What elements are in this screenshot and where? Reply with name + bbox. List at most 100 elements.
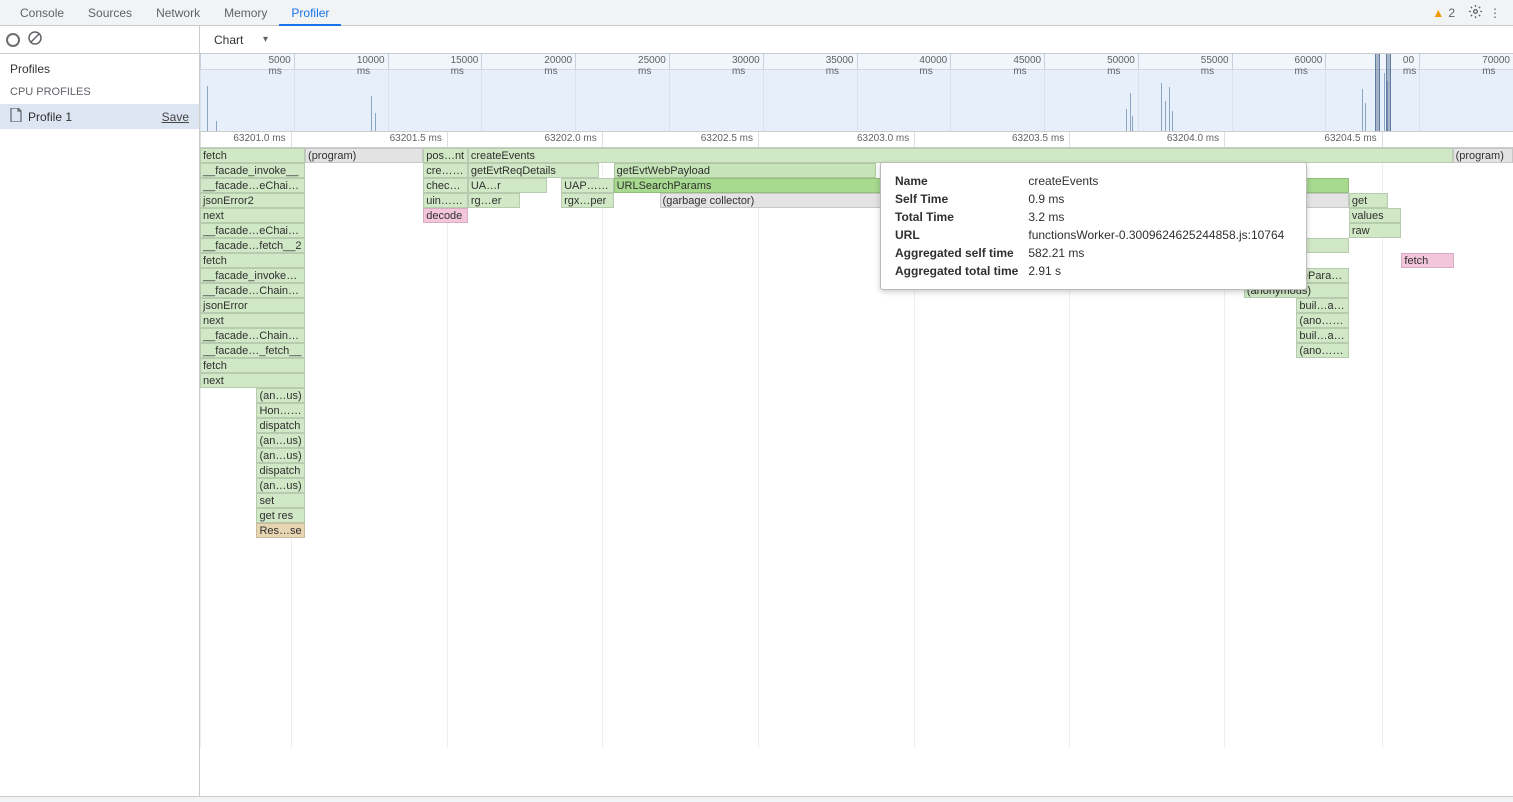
tooltip-key: Total Time: [895, 209, 1026, 225]
flame-bar[interactable]: UA…r: [468, 178, 547, 193]
flame-bar[interactable]: (program): [305, 148, 423, 163]
view-mode-select[interactable]: Chart: [208, 29, 274, 51]
flame-bar[interactable]: UAP…ice: [561, 178, 614, 193]
kebab-icon: ⋮: [1489, 6, 1501, 20]
warning-count-value: 2: [1448, 6, 1455, 20]
flame-bar[interactable]: buil…ams: [1296, 298, 1349, 313]
flame-bar[interactable]: fetch: [200, 148, 305, 163]
ruler-tick-label: 63201.0 ms: [233, 133, 285, 144]
tooltip-key: Self Time: [895, 191, 1026, 207]
flame-bar[interactable]: pos…nt: [423, 148, 468, 163]
ruler-tick-label: 63201.5 ms: [390, 133, 442, 144]
ruler-tick-label: 63202.0 ms: [545, 133, 597, 144]
drawer-handle[interactable]: [0, 796, 1513, 802]
flame-bar[interactable]: uin…ing: [423, 193, 468, 208]
flame-bar[interactable]: (an…us): [256, 448, 305, 463]
tooltip-value: 582.21 ms: [1028, 245, 1292, 261]
flame-bar[interactable]: get res: [256, 508, 305, 523]
flame-bar[interactable]: __facade_invoke__: [200, 163, 305, 178]
flame-bar[interactable]: Hon…ch: [256, 403, 305, 418]
flame-bar[interactable]: values: [1349, 208, 1402, 223]
ruler-tick-label: 63204.0 ms: [1167, 133, 1219, 144]
tooltip-key: Name: [895, 173, 1026, 189]
flame-bar[interactable]: __facade…Chain__2: [200, 328, 305, 343]
tooltip-value: 2.91 s: [1028, 263, 1292, 279]
flame-bar[interactable]: Res…se: [256, 523, 305, 538]
flame-bar[interactable]: __facade…fetch__2: [200, 238, 305, 253]
warning-icon: ▲: [1432, 6, 1444, 20]
flame-bar[interactable]: (an…us): [256, 433, 305, 448]
tab-sources[interactable]: Sources: [76, 0, 144, 26]
flame-bar[interactable]: __facade…eChain__: [200, 178, 305, 193]
ruler-tick-label: 63202.5 ms: [701, 133, 753, 144]
tooltip-key: Aggregated self time: [895, 245, 1026, 261]
flame-bar[interactable]: __facade…eChain__: [200, 223, 305, 238]
flame-bar[interactable]: raw: [1349, 223, 1402, 238]
settings-button[interactable]: [1465, 4, 1485, 22]
flame-bar[interactable]: (program): [1453, 148, 1513, 163]
flame-bar[interactable]: (an…us): [256, 388, 305, 403]
flame-bar[interactable]: (an…us): [256, 478, 305, 493]
profile-name: Profile 1: [28, 110, 162, 124]
detail-ruler[interactable]: 63201.0 ms 63201.5 ms 63202.0 ms 63202.5 ms…: [200, 132, 1513, 148]
tooltip-key: Aggregated total time: [895, 263, 1026, 279]
tooltip-value: 3.2 ms: [1028, 209, 1292, 225]
overview-timeline[interactable]: 5000 ms10000 ms15000 ms20000 ms25000 ms3…: [200, 54, 1513, 132]
flame-bar[interactable]: next: [200, 373, 305, 388]
view-toolbar: Chart: [200, 26, 1513, 54]
flame-bar[interactable]: set: [256, 493, 305, 508]
warning-count[interactable]: ▲ 2: [1432, 6, 1455, 20]
tab-console[interactable]: Console: [8, 0, 76, 26]
flame-bar[interactable]: next: [200, 313, 305, 328]
profile-row[interactable]: Profile 1 Save: [0, 104, 199, 129]
devtools-tab-bar: Console Sources Network Memory Profiler …: [0, 0, 1513, 26]
flame-bar[interactable]: dispatch: [256, 418, 305, 433]
flame-bar[interactable]: jsonError: [200, 298, 305, 313]
gear-icon: [1468, 8, 1483, 22]
save-link[interactable]: Save: [162, 110, 189, 124]
tooltip-value: functionsWorker-0.3009624625244858.js:10…: [1028, 227, 1292, 243]
flame-bar[interactable]: fetch: [200, 253, 305, 268]
flame-bar[interactable]: getEvtWebPayload: [614, 163, 877, 178]
tooltip-value: createEvents: [1028, 173, 1292, 189]
flame-bar[interactable]: checkID: [423, 178, 468, 193]
flame-bar[interactable]: get: [1349, 193, 1388, 208]
flame-bar[interactable]: __facade…Chain__2: [200, 283, 305, 298]
clear-button[interactable]: [26, 31, 44, 49]
cpu-profiles-heading: CPU PROFILES: [0, 80, 199, 104]
ruler-tick-label: 63204.5 ms: [1324, 133, 1376, 144]
ruler-tick-label: 63203.0 ms: [857, 133, 909, 144]
range-handle-right[interactable]: [1386, 54, 1391, 131]
flame-bar[interactable]: rgx…per: [561, 193, 614, 208]
flame-bar[interactable]: __facade_invoke__2: [200, 268, 305, 283]
range-handle-left[interactable]: [1375, 54, 1380, 131]
record-button[interactable]: [6, 33, 20, 47]
flame-bar[interactable]: getEvtReqDetails: [468, 163, 599, 178]
flame-bar[interactable]: fetch: [1401, 253, 1454, 268]
flame-bar[interactable]: buil…ams: [1296, 328, 1349, 343]
flame-bar[interactable]: cre…nts: [423, 163, 468, 178]
flame-bar[interactable]: rg…er: [468, 193, 521, 208]
tooltip-key: URL: [895, 227, 1026, 243]
tab-memory[interactable]: Memory: [212, 0, 279, 26]
document-icon: [10, 108, 22, 125]
clear-icon: [27, 30, 43, 49]
profiles-toolbar: [0, 26, 199, 54]
flame-bar[interactable]: __facade…_fetch__: [200, 343, 305, 358]
flame-bar[interactable]: dispatch: [256, 463, 305, 478]
flame-bar[interactable]: createEvents: [468, 148, 1453, 163]
profiles-sidebar: Profiles CPU PROFILES Profile 1 Save: [0, 26, 200, 802]
flame-bar[interactable]: fetch: [200, 358, 305, 373]
ruler-tick-label: 63203.5 ms: [1012, 133, 1064, 144]
flame-chart[interactable]: fetch(program)pos…ntcreateEvents(program…: [200, 148, 1513, 802]
flame-bar[interactable]: (ano…us): [1296, 343, 1349, 358]
more-button[interactable]: ⋮: [1485, 6, 1505, 20]
profiles-panel-title: Profiles: [0, 54, 199, 80]
tab-network[interactable]: Network: [144, 0, 212, 26]
flame-bar[interactable]: jsonError2: [200, 193, 305, 208]
tab-profiler[interactable]: Profiler: [279, 0, 341, 26]
profile-view: Chart 5000 ms10000 ms15000 ms20000 ms250…: [200, 26, 1513, 802]
flame-bar[interactable]: decode: [423, 208, 468, 223]
flame-bar[interactable]: (ano…us): [1296, 313, 1349, 328]
flame-bar[interactable]: next: [200, 208, 305, 223]
